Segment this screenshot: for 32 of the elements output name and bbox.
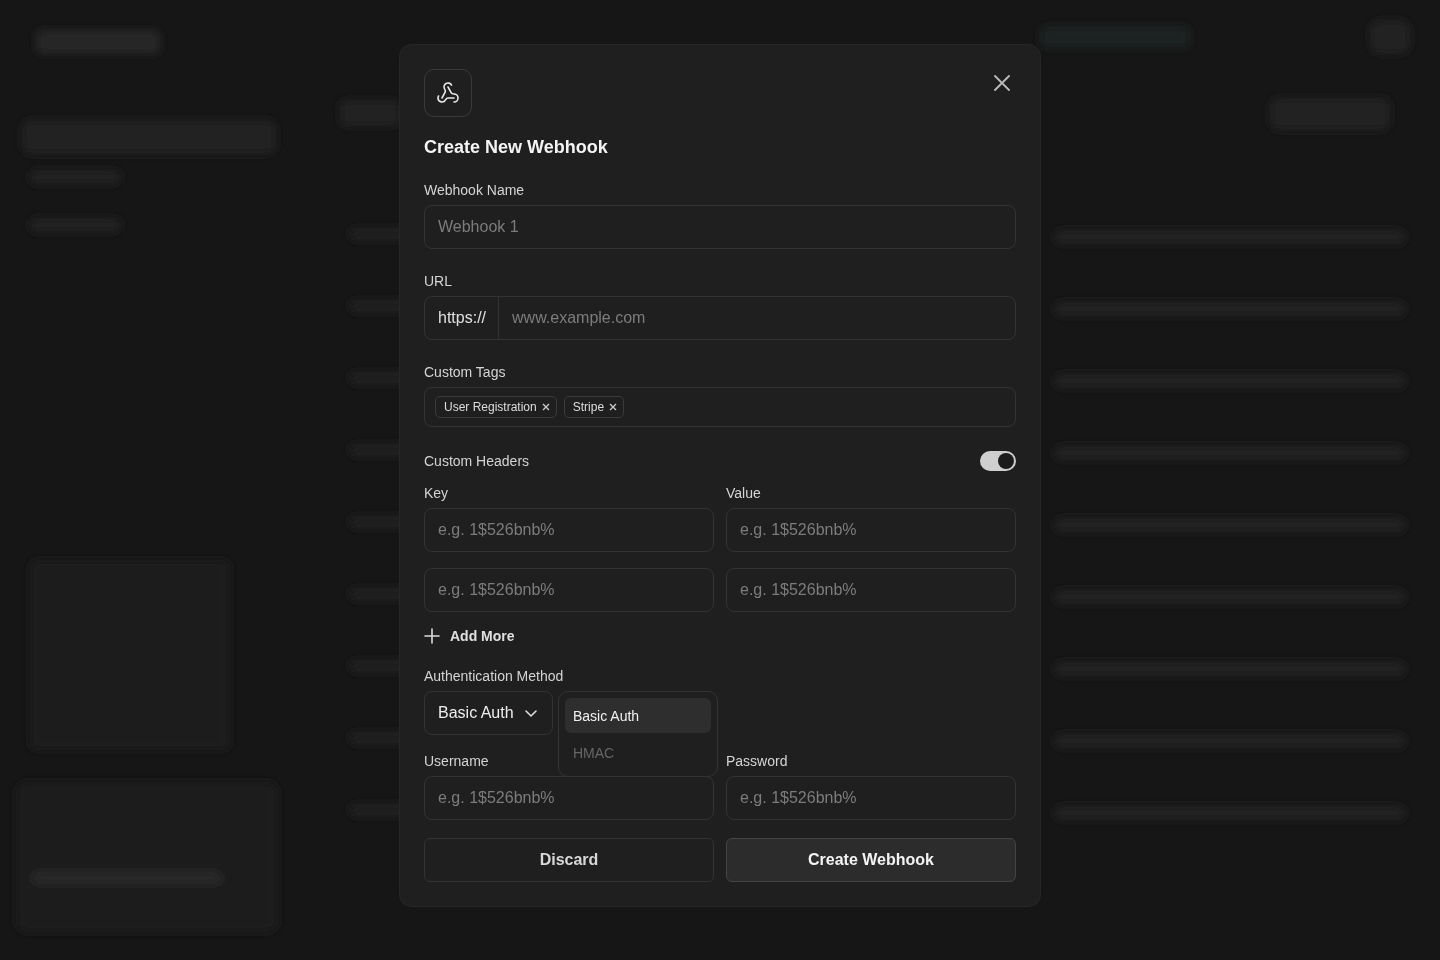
add-more-button[interactable]: Add More [424,628,515,644]
field-label: Custom Tags [424,364,507,380]
section-label: Custom Headers [424,453,530,469]
url-prefix: https:// [425,297,500,339]
field-label: URL [424,273,453,289]
field-label: Value [726,485,762,501]
remove-icon[interactable] [609,403,618,411]
input-field[interactable]: e.g. 1$526bnb% [726,508,1016,552]
field-label: Authentication Method [424,668,565,684]
create-button[interactable]: Create Webhook [726,838,1016,882]
input-field[interactable]: e.g. 1$526bnb% [424,776,714,820]
dialog-title: Create New Webhook [424,137,609,158]
input-field[interactable]: e.g. 1$526bnb% [726,776,1016,820]
webhook-icon [424,69,472,117]
input-field[interactable]: Webhook 1 [424,205,1016,249]
tags-field[interactable]: User Registration Stripe [424,387,1016,427]
plus-icon [424,628,440,644]
input-field[interactable]: e.g. 1$526bnb% [424,568,714,612]
input-field[interactable]: www.example.com [499,297,1015,339]
menu-option[interactable]: Basic Auth [565,698,711,733]
url-field[interactable]: https:// www.example.com [424,296,1016,340]
field-label: Key [424,485,450,501]
tag-chip: User Registration [435,396,557,418]
toggle-switch[interactable] [980,451,1016,471]
input-field[interactable]: e.g. 1$526bnb% [726,568,1016,612]
auth-dropdown[interactable]: Basic Auth [424,691,553,735]
discard-button[interactable]: Discard [424,838,714,882]
field-label: Password [726,753,789,769]
remove-icon[interactable] [541,403,550,411]
input-field[interactable]: e.g. 1$526bnb% [424,508,714,552]
field-label: Webhook Name [424,182,526,198]
tag-chip: Stripe [563,396,625,418]
